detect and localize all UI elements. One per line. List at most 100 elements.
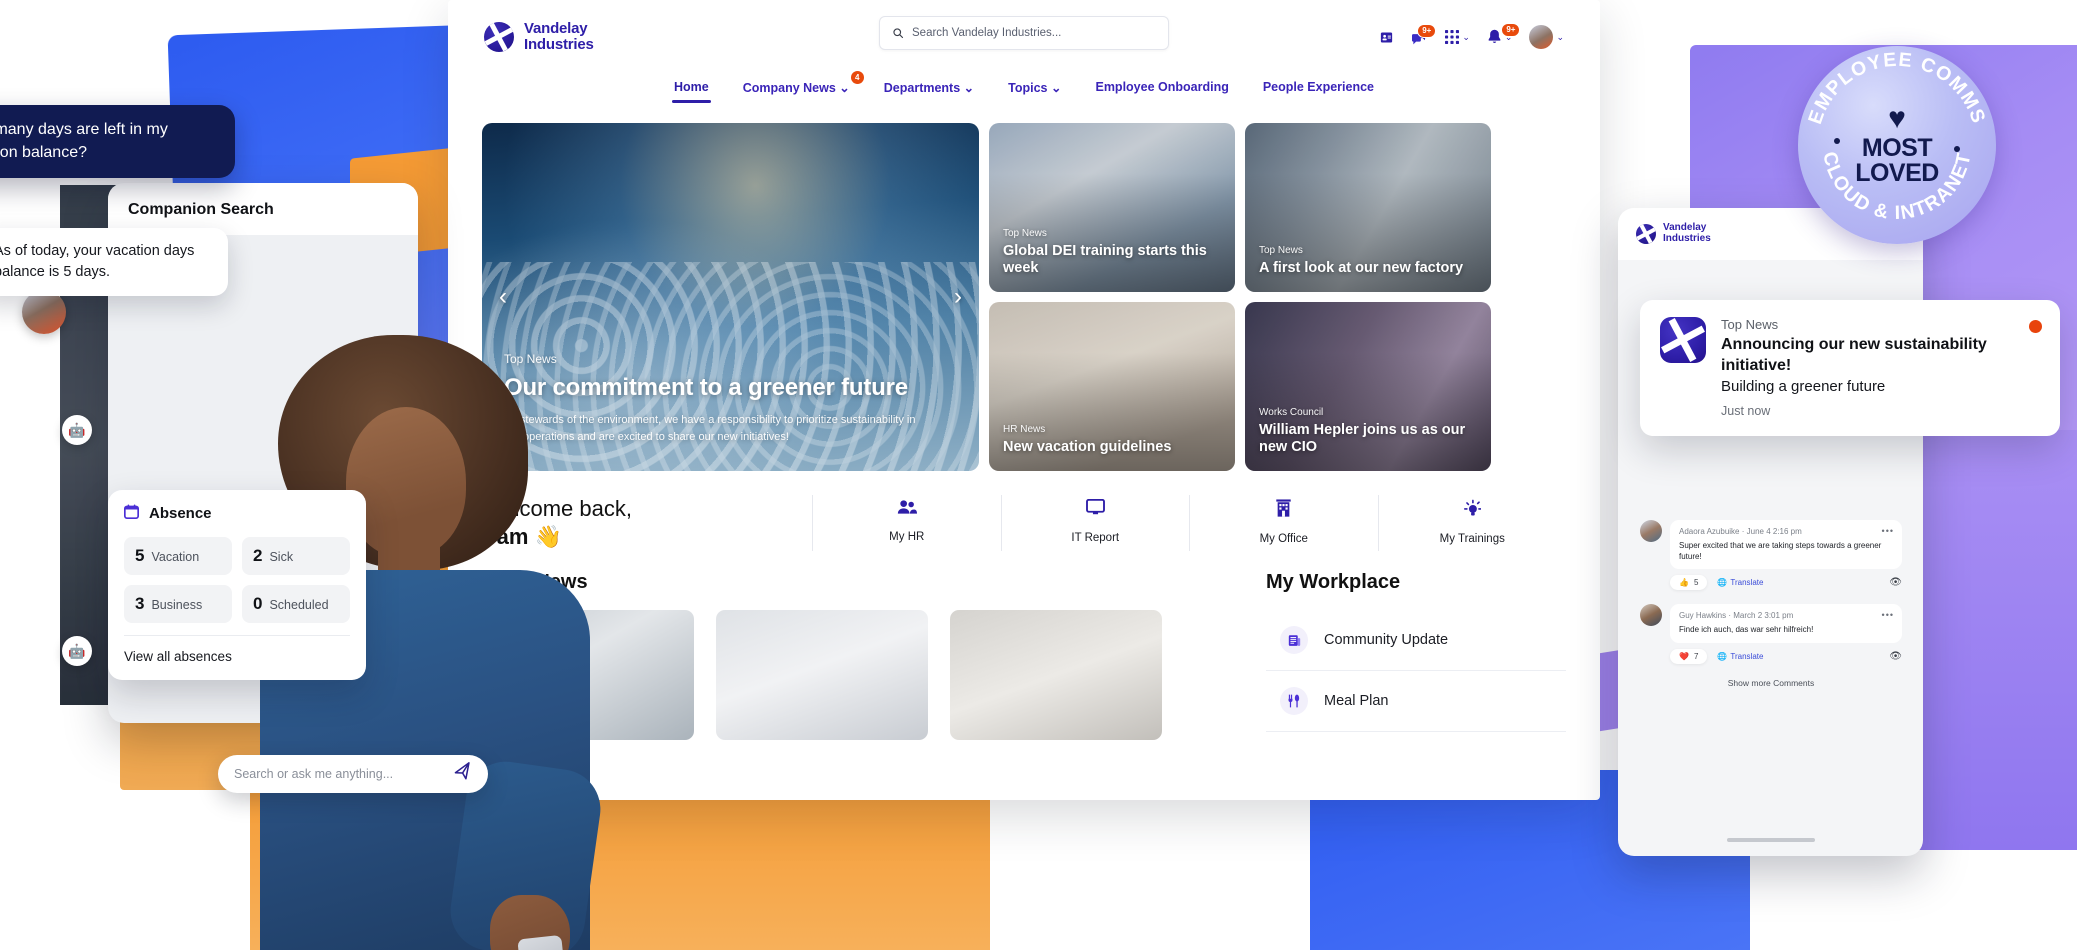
contact-card-icon[interactable]	[1379, 30, 1394, 45]
bell-icon[interactable]: 9+ ⌄	[1487, 23, 1521, 45]
news-card-title: William Hepler joins us as our new CIO	[1259, 421, 1466, 456]
reaction-heart-icon[interactable]: ❤️ 7	[1670, 648, 1708, 664]
side-news-cards: Top News Global DEI training starts this…	[989, 123, 1491, 471]
brand-logo[interactable]: Vandelay Industries	[484, 21, 594, 53]
brand-line-1: Vandelay	[524, 20, 588, 38]
brand-line-2: Industries	[524, 36, 594, 53]
news-card-caption: Top News Global DEI training starts this…	[1003, 228, 1223, 278]
globe-icon: 🌐	[1717, 651, 1728, 661]
avatar	[1529, 25, 1554, 49]
carousel-next-icon[interactable]: ›	[945, 284, 971, 310]
global-search-input[interactable]: Search Vandelay Industries...	[879, 16, 1169, 50]
news-document-icon	[1280, 626, 1308, 655]
notification-timestamp: Just now	[1721, 403, 1771, 418]
companion-user-message: How many days are left in my vacation ba…	[0, 105, 235, 179]
companion-user-avatar	[22, 290, 66, 334]
visibility-eye-icon[interactable]: 👁	[1889, 651, 1902, 662]
reaction-count: 7	[1693, 651, 1699, 661]
more-news-card[interactable]	[716, 610, 928, 741]
quick-link-my-office[interactable]: My Office	[1189, 495, 1378, 552]
heart-icon: ♥	[1888, 102, 1906, 135]
award-line-1: MOST	[1861, 134, 1933, 162]
chevron-down-icon: ⌄	[1051, 81, 1062, 95]
absence-grid: 5 Vacation 2 Sick 3 Business 0 Scheduled	[124, 537, 350, 623]
avatar-chevron-down-icon[interactable]: ⌄	[1556, 32, 1564, 43]
carousel-prev-icon[interactable]: ‹	[490, 284, 516, 310]
workplace-item-community-update[interactable]: Community Update	[1266, 610, 1566, 672]
home-indicator	[1726, 838, 1815, 842]
quick-link-label: IT Report	[1071, 532, 1120, 545]
news-card-kicker: Top News	[1003, 227, 1047, 239]
absence-cell-scheduled[interactable]: 0 Scheduled	[242, 585, 350, 623]
translate-button[interactable]: 🌐 Translate	[1717, 578, 1763, 587]
comment-body: Guy Hawkins · March 2 3:01 pm Finde ich …	[1670, 604, 1902, 643]
more-news-card[interactable]	[950, 610, 1162, 741]
absence-cell-sick[interactable]: 2 Sick	[242, 537, 350, 575]
quick-link-my-trainings[interactable]: My Trainings	[1377, 495, 1567, 552]
notification-subtitle: Building a greener future	[1721, 377, 1886, 395]
screenshot-stage: Vandelay Industries Search Vandelay Indu…	[0, 0, 2077, 950]
absence-value: 3	[135, 594, 145, 613]
nav-label: Topics	[1008, 81, 1048, 95]
send-icon[interactable]	[453, 761, 474, 786]
nav-item-departments[interactable]: Departments ⌄	[882, 74, 976, 105]
companion-ask-placeholder: Search or ask me anything...	[234, 767, 394, 781]
chat-icon[interactable]: 9+	[1411, 23, 1437, 45]
news-card-dei[interactable]: Top News Global DEI training starts this…	[989, 123, 1235, 292]
avatar	[1640, 520, 1662, 542]
absence-cell-business[interactable]: 3 Business	[124, 585, 232, 623]
nav-item-topics[interactable]: Topics ⌄	[1006, 74, 1063, 105]
cutlery-icon	[1280, 687, 1308, 716]
comment-more-menu-icon[interactable]: •••	[1882, 610, 1894, 620]
notification-body: Top News Announcing our new sustainabili…	[1721, 317, 2040, 418]
comment-more-menu-icon[interactable]: •••	[1882, 526, 1894, 536]
notification-title: Announcing our new sustainability initia…	[1721, 336, 1987, 374]
news-card-kicker: Top News	[1259, 245, 1303, 257]
comment-meta: Guy Hawkins · March 2 3:01 pm	[1679, 611, 1893, 620]
push-notification-card[interactable]: Top News Announcing our new sustainabili…	[1640, 300, 2060, 436]
news-card-row: HR News New vacation guidelines Works Co…	[989, 302, 1491, 471]
workplace-item-meal-plan[interactable]: Meal Plan	[1266, 671, 1566, 733]
app-grid-chevron-down-icon[interactable]: ⌄	[1462, 32, 1470, 43]
comment-author: Guy Hawkins	[1679, 611, 1727, 621]
absence-label: Scheduled	[269, 598, 329, 612]
nav-label: People Experience	[1262, 80, 1375, 94]
news-card-caption: Works Council William Hepler joins us as…	[1259, 407, 1479, 457]
nav-item-company-news[interactable]: Company News ⌄ 4	[741, 71, 864, 105]
nav-item-people-experience[interactable]: People Experience	[1261, 74, 1376, 105]
news-card-factory[interactable]: Top News A first look at our new factory	[1245, 123, 1491, 292]
news-card-cio[interactable]: Works Council William Hepler joins us as…	[1245, 302, 1491, 471]
news-card-row: Top News Global DEI training starts this…	[989, 123, 1491, 292]
absence-label: Business	[151, 598, 203, 612]
comment-meta: Adaora Azubuike · June 4 2:16 pm	[1679, 527, 1893, 536]
translate-button[interactable]: 🌐 Translate	[1717, 652, 1763, 661]
mobile-brand-line-2: Industries	[1663, 233, 1711, 244]
reaction-thumbs-up-icon[interactable]: 👍 5	[1670, 575, 1708, 591]
view-all-absences-link[interactable]: View all absences	[124, 635, 350, 672]
quick-link-it-report[interactable]: IT Report	[1000, 495, 1190, 552]
global-search-placeholder: Search Vandelay Industries...	[912, 27, 1062, 39]
companion-ask-input[interactable]: Search or ask me anything...	[218, 755, 488, 793]
quick-links: My HR IT Report My Office My Trainings	[812, 495, 1567, 552]
award-badge: EMPLOYEE COMMS CLOUD & INTRANET ♥ MOST L…	[1798, 46, 1996, 244]
news-card-vacation[interactable]: HR News New vacation guidelines	[989, 302, 1235, 471]
app-grid-icon[interactable]: ⌄	[1445, 30, 1470, 44]
comment-author: Adaora Azubuike	[1679, 527, 1740, 536]
visibility-eye-icon[interactable]: 👁	[1889, 577, 1902, 588]
absence-value: 5	[135, 546, 145, 565]
nav-item-employee-onboarding[interactable]: Employee Onboarding	[1093, 74, 1230, 105]
quick-link-my-hr[interactable]: My HR	[812, 495, 1001, 552]
comment-list: Adaora Azubuike · June 4 2:16 pm Super e…	[1640, 520, 1902, 688]
header-icon-group: 9+ ⌄ 9+ ⌄	[1379, 23, 1564, 49]
absence-header: Absence	[124, 504, 350, 523]
news-card-title: Global DEI training starts this week	[1003, 242, 1207, 277]
news-card-kicker: HR News	[1003, 424, 1046, 436]
my-workplace-section: My Workplace Community Update Meal Plan	[1266, 571, 1566, 740]
show-more-comments-link[interactable]: Show more Comments	[1640, 678, 1902, 688]
nav-item-home[interactable]: Home	[671, 74, 711, 105]
absence-cell-vacation[interactable]: 5 Vacation	[124, 537, 232, 575]
vandelay-globe-icon	[1636, 224, 1656, 244]
absence-value: 0	[253, 594, 263, 613]
user-avatar-menu[interactable]: ⌄	[1529, 25, 1564, 49]
absence-label: Sick	[269, 550, 294, 564]
